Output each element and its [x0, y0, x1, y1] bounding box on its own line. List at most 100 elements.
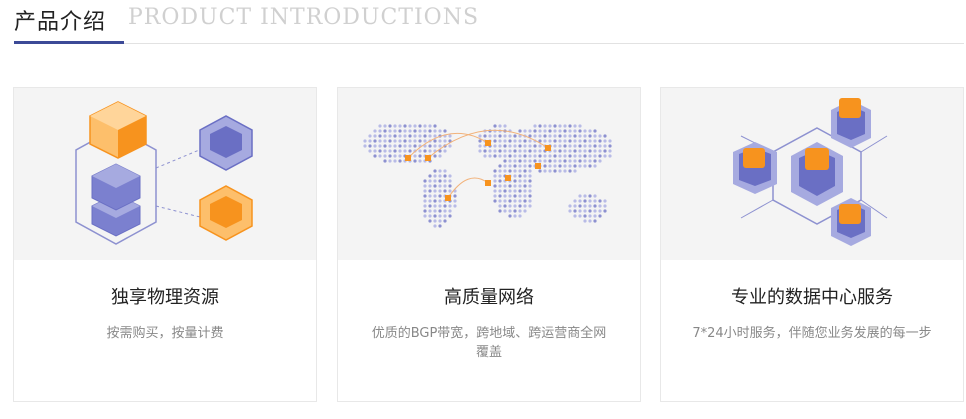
map-dot [508, 209, 512, 213]
map-dot [428, 144, 432, 148]
map-dot [418, 124, 422, 128]
card-title: 专业的数据中心服务 [731, 287, 893, 308]
map-dot [548, 159, 552, 163]
map-dot [508, 184, 512, 188]
map-dot [493, 194, 497, 198]
map-dot [508, 194, 512, 198]
map-dot [533, 149, 537, 153]
map-dot [553, 144, 557, 148]
map-dot [508, 189, 512, 193]
map-dot [438, 194, 442, 198]
map-dot [513, 214, 517, 218]
map-dot [433, 174, 437, 178]
map-dot [378, 139, 382, 143]
map-dot [373, 154, 377, 158]
map-dot [583, 159, 587, 163]
map-dot [438, 199, 442, 203]
map-dot [398, 139, 402, 143]
map-dot [538, 134, 542, 138]
map-dot [513, 194, 517, 198]
map-dot [373, 149, 377, 153]
map-dot [523, 154, 527, 158]
map-dot [518, 189, 522, 193]
map-dot [528, 204, 532, 208]
map-dot [393, 159, 397, 163]
map-dot [438, 204, 442, 208]
map-dot [593, 134, 597, 138]
map-dot [538, 154, 542, 158]
map-dot [528, 194, 532, 198]
card-description: 优质的BGP带宽，跨地域、跨运营商全网覆盖 [371, 326, 607, 360]
map-dot [568, 169, 572, 173]
map-dot [428, 134, 432, 138]
map-dot [498, 189, 502, 193]
map-dot [503, 154, 507, 158]
map-dot [433, 199, 437, 203]
map-dot [423, 204, 427, 208]
map-dot [493, 139, 497, 143]
map-dot [593, 214, 597, 218]
map-dot [558, 144, 562, 148]
map-dot [428, 174, 432, 178]
map-dot [448, 214, 452, 218]
map-dot [438, 184, 442, 188]
map-dot [508, 144, 512, 148]
product-card-datacenter-service[interactable]: 专业的数据中心服务 7*24小时服务，伴随您业务发展的每一步 [660, 87, 964, 402]
map-dot [573, 149, 577, 153]
card-description: 7*24小时服务，伴随您业务发展的每一步 [692, 326, 932, 341]
map-dot [383, 144, 387, 148]
hexagon-service-illustration [661, 88, 963, 260]
map-dot [443, 149, 447, 153]
map-dot [513, 169, 517, 173]
map-dot [598, 214, 602, 218]
map-dot [398, 154, 402, 158]
map-dot [498, 184, 502, 188]
map-dot [573, 209, 577, 213]
map-dot [528, 159, 532, 163]
map-dot [588, 134, 592, 138]
map-dot [553, 139, 557, 143]
map-dot [578, 209, 582, 213]
map-dot [503, 209, 507, 213]
map-dot [558, 124, 562, 128]
map-dot [573, 204, 577, 208]
product-card-physical-resources[interactable]: 独享物理资源 按需购买，按量计费 [13, 87, 317, 402]
map-dot [403, 144, 407, 148]
map-dot [548, 169, 552, 173]
map-dot [408, 144, 412, 148]
map-dot [513, 209, 517, 213]
map-dot [493, 184, 497, 188]
map-dot [433, 134, 437, 138]
map-dot [548, 134, 552, 138]
map-dot [523, 179, 527, 183]
map-dot [443, 179, 447, 183]
map-dot [428, 149, 432, 153]
map-dot [573, 134, 577, 138]
map-node [425, 155, 431, 161]
map-dot [498, 194, 502, 198]
map-dot [388, 129, 392, 133]
map-dot [568, 159, 572, 163]
map-dot [413, 129, 417, 133]
map-dot [438, 144, 442, 148]
map-dot [593, 159, 597, 163]
map-dot [568, 124, 572, 128]
map-dot [573, 159, 577, 163]
map-dot [558, 154, 562, 158]
map-dot [528, 169, 532, 173]
map-dot [403, 139, 407, 143]
map-dot [393, 129, 397, 133]
map-dot [563, 139, 567, 143]
map-node [485, 140, 491, 146]
map-dot [578, 144, 582, 148]
map-dot [528, 164, 532, 168]
map-dot [553, 149, 557, 153]
map-dot [513, 134, 517, 138]
map-dot [528, 154, 532, 158]
map-dot [443, 214, 447, 218]
product-card-network[interactable]: 高质量网络 优质的BGP带宽，跨地域、跨运营商全网覆盖 [337, 87, 641, 402]
map-dot [408, 139, 412, 143]
map-dot [428, 184, 432, 188]
map-dot [523, 184, 527, 188]
map-dot [603, 134, 607, 138]
